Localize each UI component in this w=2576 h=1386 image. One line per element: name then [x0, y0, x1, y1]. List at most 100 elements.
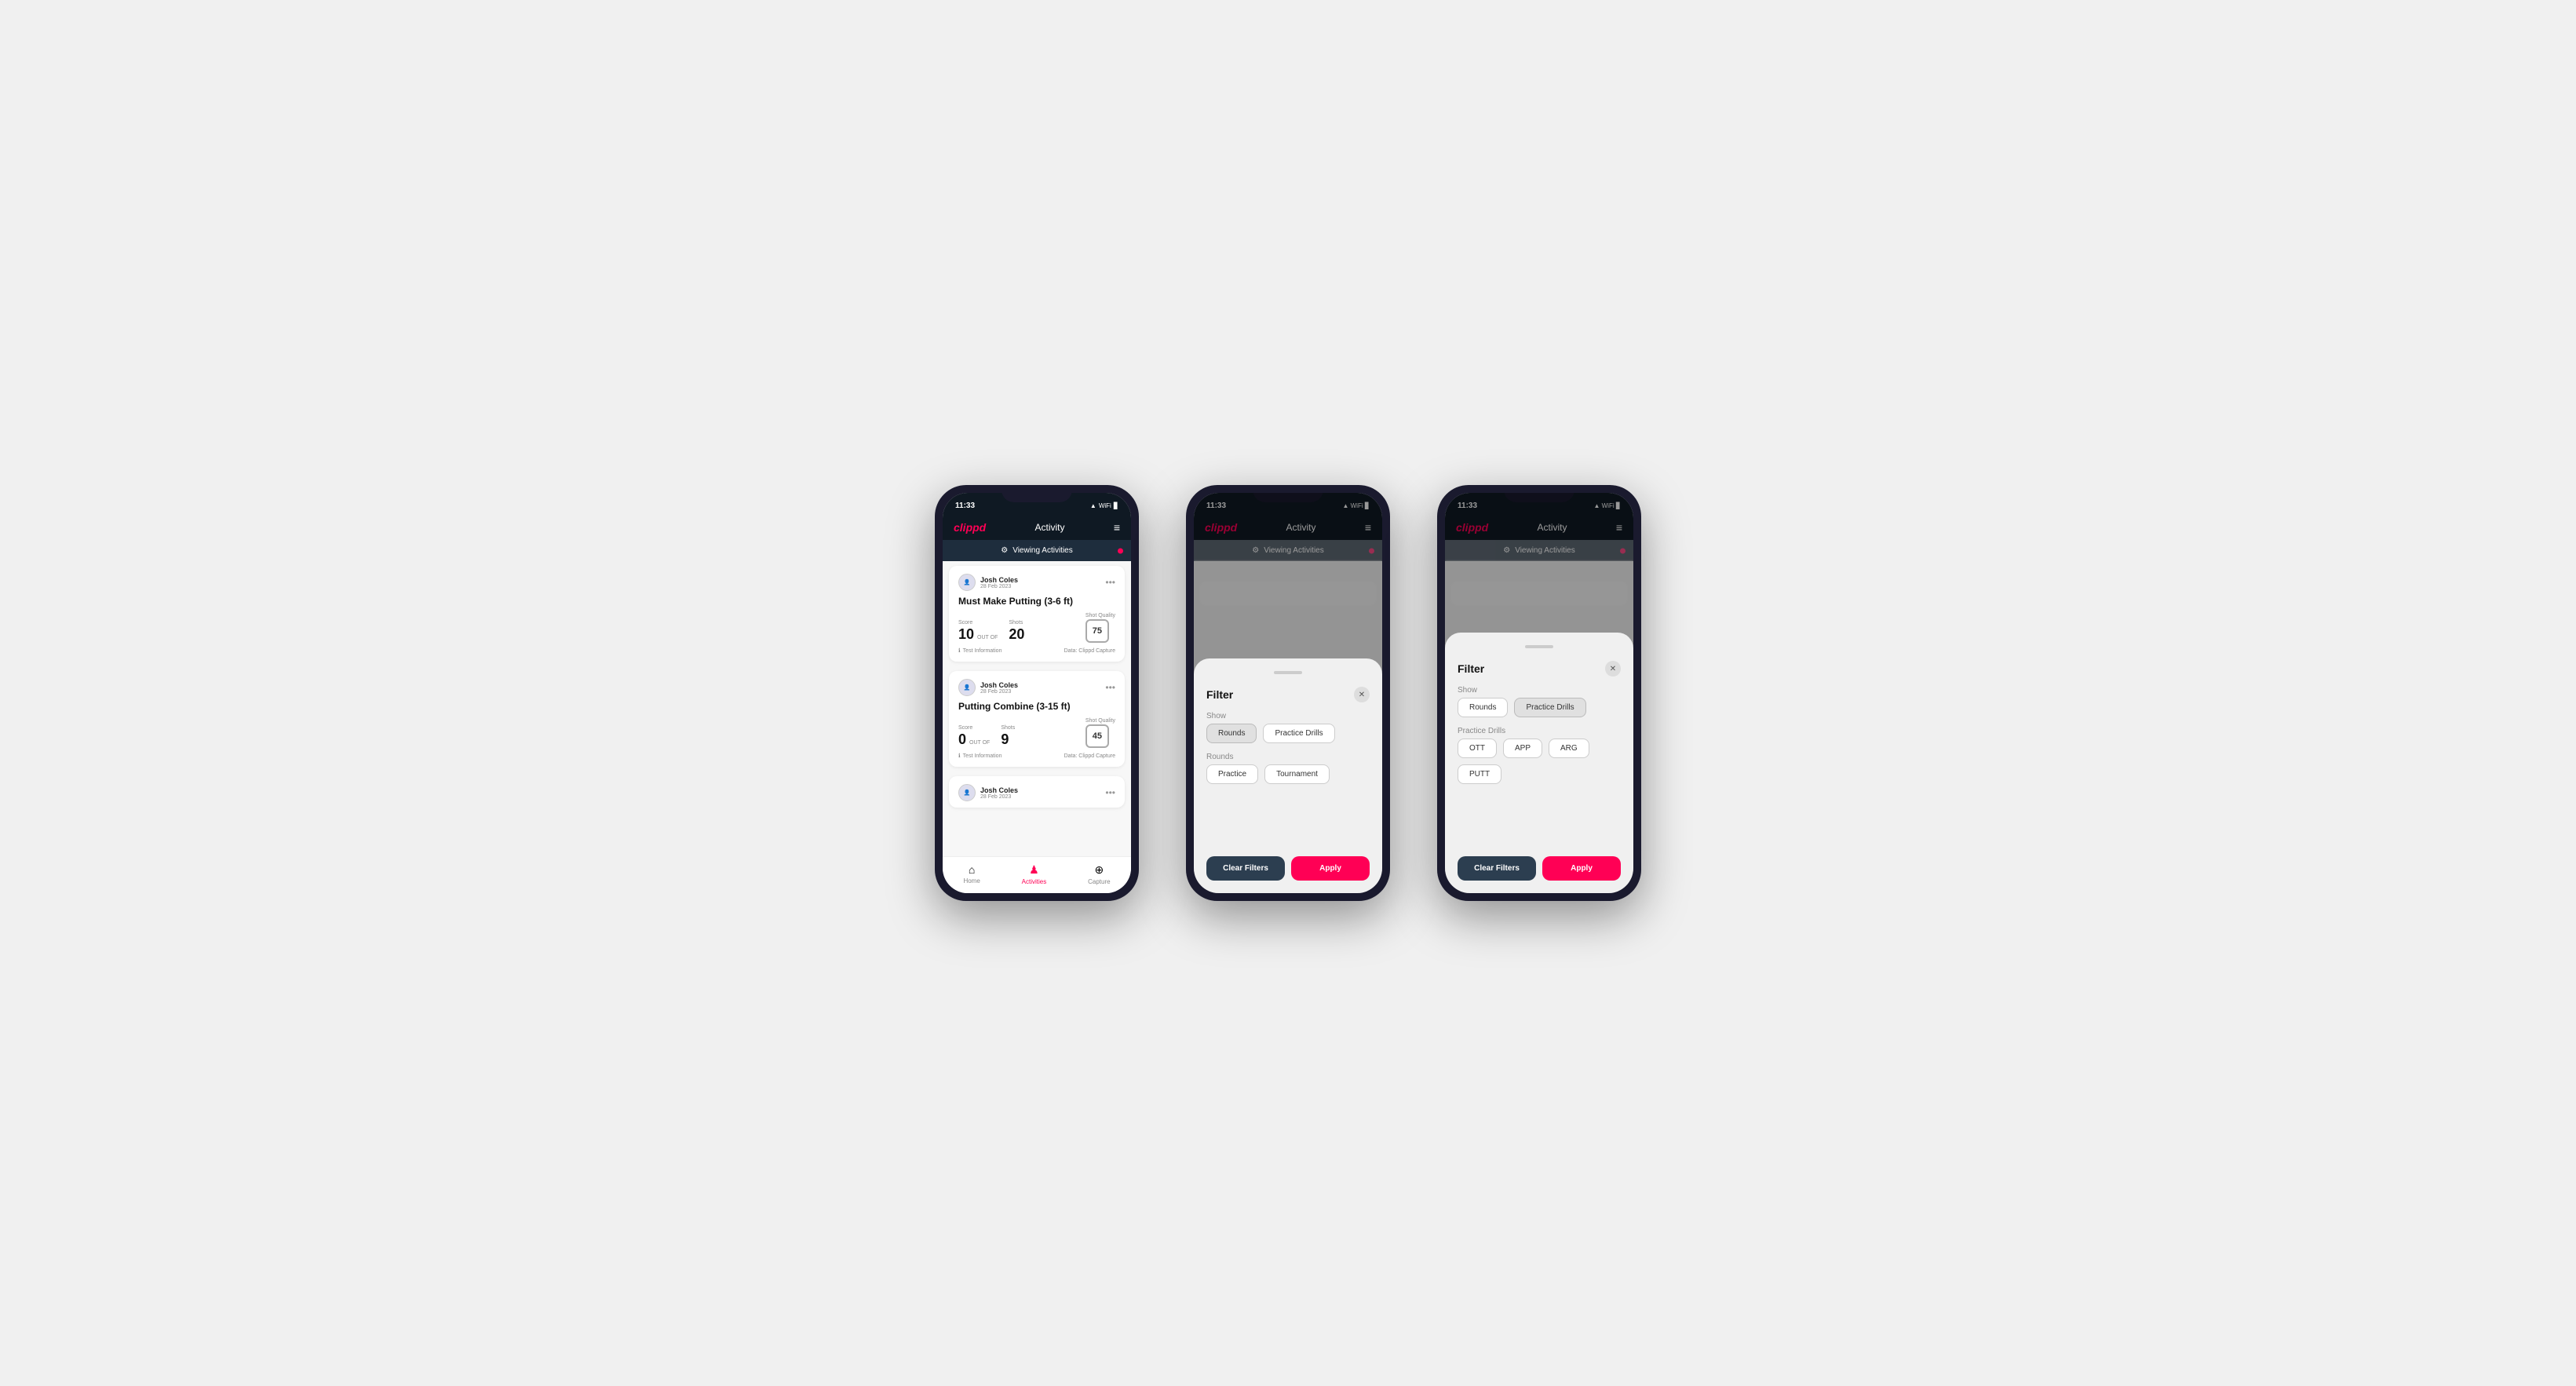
info-icon-2: ℹ	[958, 753, 961, 759]
arg-btn-3[interactable]: ARG	[1549, 739, 1589, 758]
card-menu-3[interactable]: •••	[1105, 787, 1115, 798]
status-icons-1: ▲ WiFi ▊	[1090, 502, 1118, 509]
show-buttons-2: Rounds Practice Drills	[1206, 724, 1370, 743]
activities-icon-1: ♟	[1029, 863, 1039, 877]
drills-section-3: Practice Drills OTT APP ARG PUTT	[1458, 727, 1621, 784]
card-header-2: 👤 Josh Coles 28 Feb 2023 •••	[958, 679, 1115, 696]
nav-home-1[interactable]: ⌂ Home	[963, 863, 980, 885]
close-button-2[interactable]: ✕	[1354, 687, 1370, 702]
card-stats-2: Score 0 OUT OF Shots 9 Shot Quality	[958, 718, 1115, 748]
footer-data-2: Data: Clippd Capture	[1064, 753, 1115, 759]
filter-modal-2: Filter ✕ Show Rounds Practice Drills Rou…	[1194, 493, 1382, 893]
card-username-1: Josh Coles	[980, 576, 1018, 584]
shots-label-1: Shots	[1009, 620, 1024, 626]
notch	[1002, 485, 1072, 502]
phone-1: 11:33 ▲ WiFi ▊ clippd Activity ≡ ⚙ Viewi…	[935, 485, 1139, 901]
nav-capture-1[interactable]: ⊕ Capture	[1088, 863, 1110, 885]
rounds-section-2: Rounds Practice Tournament	[1206, 753, 1370, 784]
card-header-3: 👤 Josh Coles 28 Feb 2023 •••	[958, 784, 1115, 801]
card-footer-2: ℹ Test Information Data: Clippd Capture	[958, 753, 1115, 759]
card-menu-1[interactable]: •••	[1105, 577, 1115, 588]
header-title-1: Activity	[1035, 522, 1065, 533]
nav-activities-label-1: Activities	[1022, 878, 1047, 885]
app-header-1: clippd Activity ≡	[943, 515, 1131, 540]
avatar-1: 👤	[958, 574, 976, 591]
drag-handle-2	[1274, 671, 1302, 674]
rounds-btn-2[interactable]: Rounds	[1206, 724, 1257, 743]
card-username-3: Josh Coles	[980, 786, 1018, 794]
bottom-nav-1: ⌂ Home ♟ Activities ⊕ Capture	[943, 856, 1131, 893]
app-btn-3[interactable]: APP	[1503, 739, 1542, 758]
modal-actions-3: Clear Filters Apply	[1458, 856, 1621, 881]
filter-modal-3: Filter ✕ Show Rounds Practice Drills Pra…	[1445, 493, 1633, 893]
modal-header-2: Filter ✕	[1206, 687, 1370, 702]
status-time-1: 11:33	[955, 502, 975, 510]
card-user-3: 👤 Josh Coles 28 Feb 2023	[958, 784, 1018, 801]
practice-round-btn-2[interactable]: Practice	[1206, 764, 1258, 784]
sq-label-1: Shot Quality	[1085, 613, 1115, 618]
score-value-1: 10	[958, 626, 974, 643]
info-icon-1: ℹ	[958, 647, 961, 654]
show-buttons-3: Rounds Practice Drills	[1458, 698, 1621, 717]
activity-card-1: 👤 Josh Coles 28 Feb 2023 ••• Must Make P…	[949, 566, 1125, 662]
shots-value-1: 20	[1009, 626, 1024, 642]
show-label-3: Show	[1458, 686, 1621, 695]
card-stats-1: Score 10 OUT OF Shots 20 Shot Quality	[958, 613, 1115, 643]
practice-drills-btn-2[interactable]: Practice Drills	[1263, 724, 1334, 743]
card-title-1: Must Make Putting (3-6 ft)	[958, 596, 1115, 607]
rounds-label-2: Rounds	[1206, 753, 1370, 761]
activity-card-3: 👤 Josh Coles 28 Feb 2023 •••	[949, 776, 1125, 808]
nav-home-label-1: Home	[963, 877, 980, 884]
card-user-1: 👤 Josh Coles 28 Feb 2023	[958, 574, 1018, 591]
drills-label-3: Practice Drills	[1458, 727, 1621, 735]
card-userdate-2: 28 Feb 2023	[980, 689, 1018, 695]
ott-btn-3[interactable]: OTT	[1458, 739, 1497, 758]
score-label-2: Score	[958, 725, 991, 731]
avatar-3: 👤	[958, 784, 976, 801]
filter-sheet-3: Filter ✕ Show Rounds Practice Drills Pra…	[1445, 633, 1633, 893]
nav-activities-1[interactable]: ♟ Activities	[1022, 863, 1047, 885]
out-of-1: OUT OF	[977, 635, 998, 643]
phone-3: 11:33 ▲ WiFi ▊ clippd Activity ≡ ⚙ Viewi…	[1437, 485, 1641, 901]
footer-info-1: Test Information	[963, 648, 1002, 654]
modal-header-3: Filter ✕	[1458, 661, 1621, 677]
sq-badge-2: 45	[1085, 724, 1109, 748]
show-section-3: Show Rounds Practice Drills	[1458, 686, 1621, 717]
avatar-2: 👤	[958, 679, 976, 696]
footer-data-1: Data: Clippd Capture	[1064, 648, 1115, 654]
logo-1: clippd	[954, 521, 986, 534]
card-userdate-1: 28 Feb 2023	[980, 584, 1018, 589]
card-username-2: Josh Coles	[980, 681, 1018, 689]
rounds-btn-3[interactable]: Rounds	[1458, 698, 1508, 717]
viewing-label-1: Viewing Activities	[1013, 546, 1073, 555]
show-section-2: Show Rounds Practice Drills	[1206, 712, 1370, 743]
hamburger-menu-1[interactable]: ≡	[1114, 521, 1120, 534]
tournament-btn-2[interactable]: Tournament	[1264, 764, 1330, 784]
phone-2: 11:33 ▲ WiFi ▊ clippd Activity ≡ ⚙ Viewi…	[1186, 485, 1390, 901]
card-footer-1: ℹ Test Information Data: Clippd Capture	[958, 647, 1115, 654]
home-icon-1: ⌂	[969, 863, 975, 876]
scene: 11:33 ▲ WiFi ▊ clippd Activity ≡ ⚙ Viewi…	[888, 438, 1688, 948]
filter-icon-1: ⚙	[1001, 546, 1008, 555]
close-button-3[interactable]: ✕	[1605, 661, 1621, 677]
shots-value-2: 9	[1001, 731, 1009, 747]
score-value-2: 0	[958, 731, 966, 748]
sq-badge-1: 75	[1085, 619, 1109, 643]
apply-btn-2[interactable]: Apply	[1291, 856, 1370, 881]
clear-filters-btn-2[interactable]: Clear Filters	[1206, 856, 1285, 881]
filter-sheet-2: Filter ✕ Show Rounds Practice Drills Rou…	[1194, 658, 1382, 893]
drag-handle-3	[1525, 645, 1553, 648]
card-header-1: 👤 Josh Coles 28 Feb 2023 •••	[958, 574, 1115, 591]
putt-btn-3[interactable]: PUTT	[1458, 764, 1501, 784]
apply-btn-3[interactable]: Apply	[1542, 856, 1621, 881]
card-menu-2[interactable]: •••	[1105, 682, 1115, 693]
viewing-banner-1[interactable]: ⚙ Viewing Activities	[943, 540, 1131, 561]
show-label-2: Show	[1206, 712, 1370, 720]
capture-icon-1: ⊕	[1094, 863, 1104, 877]
footer-info-2: Test Information	[963, 753, 1002, 759]
practice-drills-btn-3[interactable]: Practice Drills	[1514, 698, 1585, 717]
filter-title-3: Filter	[1458, 662, 1484, 675]
clear-filters-btn-3[interactable]: Clear Filters	[1458, 856, 1536, 881]
score-label-1: Score	[958, 620, 999, 626]
activity-card-2: 👤 Josh Coles 28 Feb 2023 ••• Putting Com…	[949, 671, 1125, 767]
